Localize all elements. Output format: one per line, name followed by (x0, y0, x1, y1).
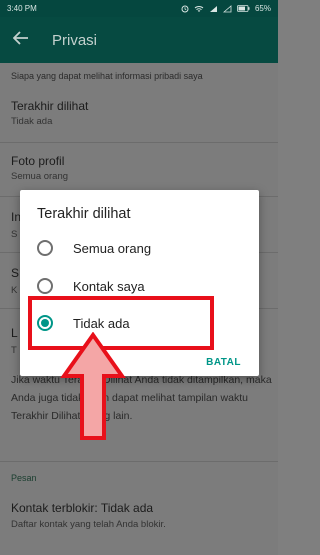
page-title: Privasi (52, 31, 98, 49)
app-bar: Privasi (0, 17, 278, 63)
setting-profile-photo-title: Foto profil (11, 154, 65, 168)
wifi-icon (194, 5, 204, 13)
last-seen-info-text: Jika waktu Terakhir Dilihat Anda tidak d… (11, 374, 272, 422)
setting-last-seen-title: Terakhir dilihat (11, 99, 89, 113)
divider (0, 461, 278, 462)
annotation-arrow-icon (60, 332, 126, 440)
arrow-left-icon (12, 30, 29, 50)
status-icons: 65% (181, 4, 271, 13)
setting-last-seen-value: Tidak ada (11, 116, 53, 127)
setting-blocked-subtitle: Daftar kontak yang telah Anda blokir. (11, 519, 166, 530)
option-label: Semua orang (73, 240, 152, 256)
battery-icon (237, 5, 250, 12)
setting-live-location-title: L (11, 326, 18, 340)
setting-status-value: K (11, 285, 18, 296)
alarm-icon (181, 5, 189, 13)
setting-live-location-value: T (11, 345, 17, 356)
setting-profile-photo-value: Semua orang (11, 171, 69, 182)
setting-info-value: S (11, 229, 18, 240)
signal-icon (209, 5, 218, 13)
setting-status-title: S (11, 266, 20, 280)
dialog-title: Terakhir dilihat (37, 206, 131, 222)
radio-unchecked-icon[interactable] (37, 278, 53, 294)
divider (0, 142, 278, 143)
setting-blocked-title: Kontak terblokir: Tidak ada (11, 501, 154, 515)
status-bar: 3:40 PM 65% (0, 0, 278, 17)
status-time: 3:40 PM (7, 4, 37, 13)
section-header-messages: Pesan (11, 473, 37, 483)
cancel-button[interactable]: BATAL (206, 357, 241, 368)
back-button[interactable] (0, 17, 42, 63)
radio-unchecked-icon[interactable] (37, 240, 53, 256)
signal-icon-2 (222, 4, 232, 13)
section-header-personal-info: Siapa yang dapat melihat informasi priba… (11, 71, 203, 81)
option-label: Kontak saya (73, 278, 145, 294)
option-everyone[interactable]: Semua orang (20, 229, 259, 267)
battery-percent: 65% (254, 4, 271, 13)
screen: 3:40 PM 65% Privasi Siapa yang dapat mel… (0, 0, 278, 555)
